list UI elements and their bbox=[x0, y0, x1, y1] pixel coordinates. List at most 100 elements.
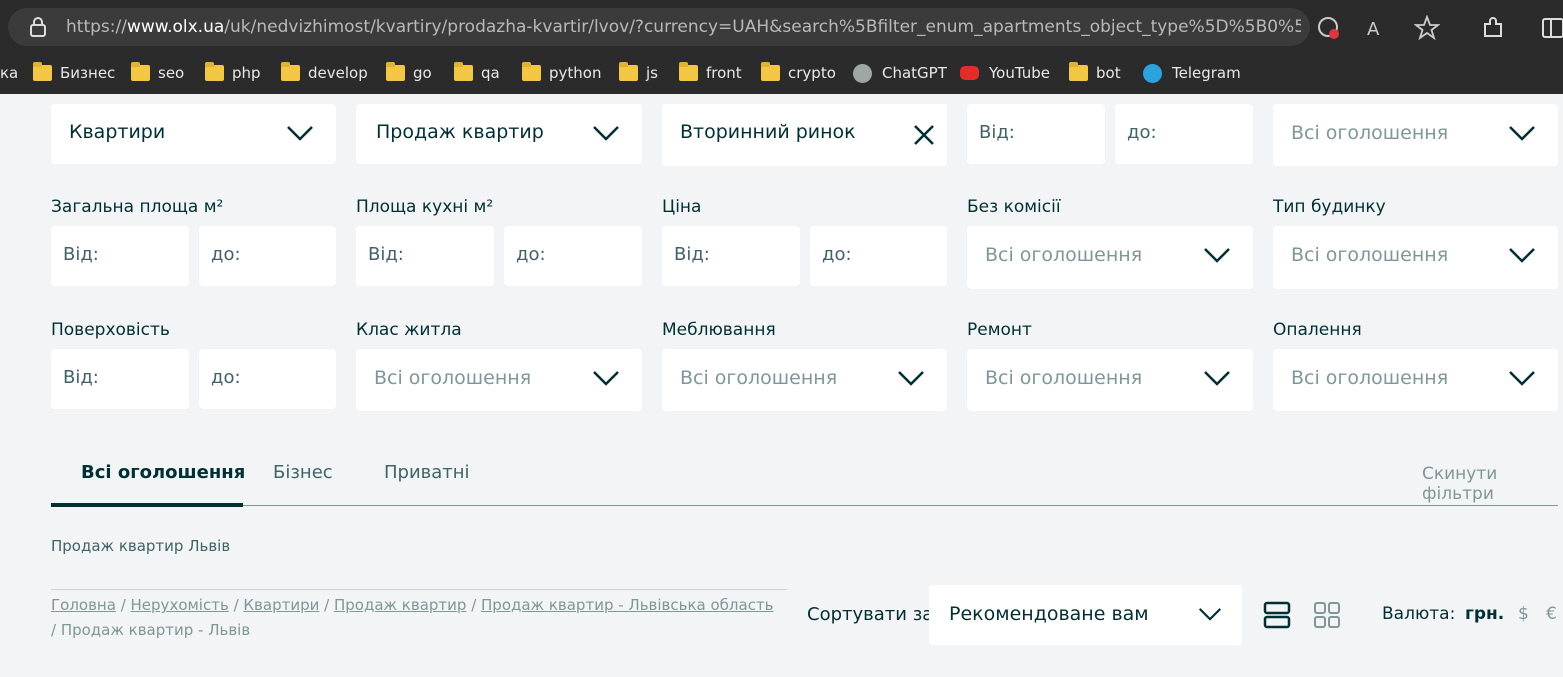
breadcrumb-divider bbox=[51, 589, 787, 590]
folder-icon bbox=[454, 62, 473, 81]
renovation-select[interactable]: Всі оголошення bbox=[967, 349, 1253, 411]
bookmark-item[interactable]: develop bbox=[281, 62, 368, 84]
bookmark-item[interactable]: Telegram bbox=[1143, 62, 1241, 84]
telegram-icon bbox=[1143, 63, 1162, 83]
chevron-down-icon bbox=[593, 126, 619, 141]
grid-view-icon[interactable] bbox=[1313, 601, 1341, 629]
browser-chrome: https://www.olx.ua/uk/nedvizhimost/kvart… bbox=[0, 0, 1563, 94]
sort-select[interactable]: Рекомендоване вам bbox=[929, 585, 1242, 645]
heating-label: Опалення bbox=[1273, 320, 1362, 340]
building-type-select[interactable]: Всі оголошення bbox=[1273, 226, 1558, 289]
floor-from-input[interactable]: Від: bbox=[967, 104, 1105, 164]
breadcrumb-link-region[interactable]: Продаж квартир - Львівська область bbox=[481, 596, 774, 614]
floors-from-input[interactable]: Від: bbox=[51, 349, 189, 409]
total-area-label: Загальна площа м² bbox=[51, 197, 224, 217]
select-value: Всі оголошення bbox=[680, 367, 838, 389]
sort-label: Сортувати за: bbox=[807, 604, 940, 625]
bookmark-item[interactable]: js bbox=[619, 62, 658, 84]
bookmark-item[interactable]: go bbox=[386, 62, 432, 84]
placeholder: Від: bbox=[674, 244, 710, 265]
heating-select[interactable]: Всі оголошення bbox=[1273, 349, 1558, 411]
folder-icon bbox=[386, 62, 405, 81]
favorite-star-icon[interactable] bbox=[1414, 15, 1440, 41]
tracking-icon[interactable] bbox=[1316, 15, 1342, 41]
breadcrumb-separator: / bbox=[228, 596, 244, 614]
placeholder: Від: bbox=[979, 122, 1015, 143]
bookmark-item[interactable]: crypto bbox=[761, 62, 836, 84]
active-tab-indicator bbox=[51, 503, 243, 507]
bookmark-item[interactable]: qa bbox=[454, 62, 500, 84]
bookmark-item[interactable]: ChatGPT bbox=[853, 62, 947, 84]
breadcrumb-link-home[interactable]: Головна bbox=[51, 596, 116, 614]
folder-icon bbox=[619, 62, 638, 81]
breadcrumb-link-apartments[interactable]: Квартири bbox=[243, 596, 319, 614]
currency-label: Валюта: bbox=[1382, 604, 1456, 624]
currency-uah[interactable]: грн. bbox=[1465, 604, 1504, 624]
placeholder: Від: bbox=[63, 244, 99, 265]
chevron-down-icon bbox=[1509, 248, 1535, 263]
folder-icon bbox=[281, 62, 300, 81]
extensions-icon[interactable] bbox=[1480, 15, 1506, 41]
building-type-label: Тип будинку bbox=[1273, 197, 1386, 217]
folder-icon bbox=[679, 62, 698, 81]
bookmark-item[interactable]: YouTube bbox=[960, 62, 1050, 84]
address-bar[interactable]: https://www.olx.ua/uk/nedvizhimost/kvart… bbox=[8, 8, 1310, 46]
split-screen-icon[interactable] bbox=[1540, 15, 1563, 41]
bookmark-item[interactable]: python bbox=[522, 62, 601, 84]
chevron-down-icon bbox=[898, 371, 924, 386]
sort-value: Рекомендоване вам bbox=[949, 603, 1149, 625]
breadcrumb-separator: / bbox=[51, 621, 61, 639]
kitchen-area-to-input[interactable]: до: bbox=[504, 226, 642, 286]
close-icon[interactable] bbox=[913, 124, 935, 146]
chevron-down-icon bbox=[1204, 248, 1230, 263]
list-view-icon[interactable] bbox=[1263, 601, 1291, 629]
select-value: Всі оголошення bbox=[985, 367, 1143, 389]
tab-all-ads[interactable]: Всі оголошення bbox=[81, 462, 245, 483]
bookmark-item[interactable]: ка bbox=[0, 62, 18, 84]
bookmark-item[interactable]: front bbox=[679, 62, 742, 84]
chatgpt-icon bbox=[853, 63, 872, 83]
kitchen-area-from-input[interactable]: Від: bbox=[356, 226, 494, 286]
folder-icon bbox=[205, 62, 224, 81]
tab-business[interactable]: Бізнес bbox=[273, 462, 333, 483]
url-text: https://www.olx.ua/uk/nedvizhimost/kvart… bbox=[66, 17, 1301, 37]
housing-class-label: Клас житла bbox=[356, 320, 462, 340]
tabs-divider bbox=[51, 505, 1558, 506]
currency-usd[interactable]: $ bbox=[1518, 604, 1529, 624]
total-area-from-input[interactable]: Від: bbox=[51, 226, 189, 286]
bookmark-item[interactable]: Бизнес bbox=[33, 62, 115, 84]
floors-to-input[interactable]: до: bbox=[199, 349, 336, 409]
breadcrumb-separator: / bbox=[466, 596, 482, 614]
folder-icon bbox=[761, 62, 780, 81]
tab-private[interactable]: Приватні bbox=[384, 462, 470, 483]
price-to-input[interactable]: до: bbox=[810, 226, 947, 286]
total-area-to-input[interactable]: до: bbox=[199, 226, 336, 286]
bookmark-item[interactable]: seo bbox=[131, 62, 184, 84]
market-type-select[interactable]: Вторинний ринок bbox=[662, 104, 947, 166]
housing-class-select[interactable]: Всі оголошення bbox=[356, 349, 642, 411]
breadcrumb-link-real-estate[interactable]: Нерухомість bbox=[131, 596, 229, 614]
top-right-select[interactable]: Всі оголошення bbox=[1273, 104, 1558, 166]
floor-to-input[interactable]: до: bbox=[1115, 104, 1253, 164]
chevron-down-icon bbox=[1204, 371, 1230, 386]
subcategory-value: Продаж квартир bbox=[376, 121, 544, 143]
select-value: Всі оголошення bbox=[1291, 244, 1449, 266]
bookmark-item[interactable]: bot bbox=[1069, 62, 1121, 84]
page-heading: Продаж квартир Львів bbox=[51, 537, 231, 555]
chevron-down-icon bbox=[593, 371, 619, 386]
category-value: Квартири bbox=[69, 121, 166, 143]
no-commission-select[interactable]: Всі оголошення bbox=[967, 226, 1253, 289]
category-select[interactable]: Квартири bbox=[51, 104, 336, 164]
subcategory-select[interactable]: Продаж квартир bbox=[356, 104, 642, 164]
market-value: Вторинний ринок bbox=[680, 121, 856, 143]
price-from-input[interactable]: Від: bbox=[662, 226, 800, 286]
select-value: Всі оголошення bbox=[374, 367, 532, 389]
read-aloud-icon[interactable]: A bbox=[1365, 15, 1391, 41]
currency-eur[interactable]: € bbox=[1546, 604, 1557, 624]
placeholder: до: bbox=[822, 244, 852, 265]
placeholder: до: bbox=[1127, 122, 1157, 143]
reset-filters-link[interactable]: Скинути фільтри bbox=[1422, 464, 1563, 504]
bookmark-item[interactable]: php bbox=[205, 62, 261, 84]
breadcrumb-link-sale[interactable]: Продаж квартир bbox=[334, 596, 466, 614]
furnishing-select[interactable]: Всі оголошення bbox=[662, 349, 947, 411]
